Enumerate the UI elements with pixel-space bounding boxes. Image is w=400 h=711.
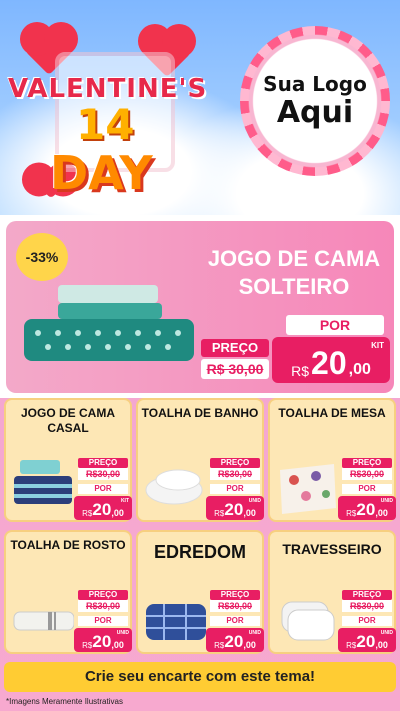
product-title: TOALHA DE MESA <box>278 406 386 420</box>
price-int: 20 <box>92 500 112 519</box>
por-label: POR <box>286 315 384 335</box>
product-price: UNID R$ 20,00 <box>206 628 264 652</box>
price-cents: ,00 <box>243 640 256 650</box>
flyer-page: VALENTINE'S 14 DAY Sua Logo Aqui -33% JO… <box>0 0 400 711</box>
preco-label: PREÇO <box>210 590 260 600</box>
logo-inner: Sua Logo Aqui <box>254 40 376 162</box>
preco-label: PREÇO <box>78 590 128 600</box>
product-card[interactable]: EDREDOM PREÇO R$30,00 POR UNID R$ 20,00 <box>136 530 264 654</box>
old-price: R$30,00 <box>210 600 260 612</box>
por-label: POR <box>78 484 128 494</box>
old-price-tag: PREÇO R$30,00 <box>78 590 128 612</box>
footnote: *Imagens Meramente Ilustrativas <box>6 697 123 706</box>
price-cents: ,00 <box>111 640 124 650</box>
bedsheet-image <box>14 460 72 504</box>
por-label: POR <box>210 616 260 626</box>
hero-banner: VALENTINE'S 14 DAY Sua Logo Aqui <box>0 0 400 215</box>
bedsheet-image <box>24 285 194 361</box>
preco-label: PREÇO <box>201 339 269 357</box>
price-int: 20 <box>356 632 376 651</box>
product-card[interactable]: TOALHA DE ROSTO PREÇO R$30,00 POR UNID R$ 2… <box>4 530 132 654</box>
preco-label: PREÇO <box>210 458 260 468</box>
old-price: R$30,00 <box>78 468 128 480</box>
featured-card[interactable]: -33% JOGO DE CAMA SOLTEIRO PREÇO R$ 30,0… <box>6 221 394 393</box>
towel-image <box>145 469 203 505</box>
por-label: POR <box>342 484 392 494</box>
price-cents: ,00 <box>375 508 388 518</box>
valentines-day: DAY <box>50 146 153 200</box>
face-towel-image <box>13 611 74 631</box>
product-title: TRAVESSEIRO <box>282 541 382 557</box>
price-int: 20 <box>356 500 376 519</box>
unit-label: UNID <box>380 630 393 636</box>
old-price: R$30,00 <box>342 468 392 480</box>
product-price: UNID R$ 20,00 <box>206 496 264 520</box>
product-title: EDREDOM <box>153 542 246 562</box>
pillow-image <box>281 601 335 641</box>
product-card[interactable]: TRAVESSEIRO PREÇO R$30,00 POR UNID R$ 20,00 <box>268 530 396 654</box>
por-label: POR <box>342 616 392 626</box>
logo-line1: Sua Logo <box>263 72 367 96</box>
product-price: KIT R$ 20,00 <box>74 496 132 520</box>
comforter-image <box>146 604 206 640</box>
old-price: R$30,00 <box>210 468 260 480</box>
old-price: R$30,00 <box>342 600 392 612</box>
por-label: POR <box>210 484 260 494</box>
product-price: UNID R$ 20,00 <box>338 496 396 520</box>
por-label: POR <box>78 616 128 626</box>
old-price-tag: PREÇO R$30,00 <box>78 458 128 480</box>
featured-title: JOGO DE CAMA SOLTEIRO <box>207 246 381 299</box>
old-price-tag: PREÇO R$30,00 <box>342 590 392 612</box>
preco-label: PREÇO <box>342 590 392 600</box>
currency: R$ <box>82 509 93 518</box>
old-price-tag: PREÇO R$30,00 <box>342 458 392 480</box>
logo-line2: Aqui <box>276 95 354 130</box>
currency: R$ <box>82 641 93 650</box>
unit-label: UNID <box>248 498 261 504</box>
old-price-tag: PREÇO R$30,00 <box>210 458 260 480</box>
product-card[interactable]: JOGO DE CAMA CASAL PREÇO R$30,00 POR KIT R… <box>4 398 132 522</box>
logo-placeholder[interactable]: Sua Logo Aqui <box>240 26 390 176</box>
currency: R$ <box>346 509 357 518</box>
product-card[interactable]: TOALHA DE MESA PREÇO R$30,00 POR UNID R$ 20… <box>268 398 396 522</box>
currency: R$ <box>346 641 357 650</box>
product-price: UNID R$ 20,00 <box>74 628 132 652</box>
product-grid: JOGO DE CAMA CASAL PREÇO R$30,00 POR KIT R… <box>4 398 396 660</box>
price-cents: ,00 <box>348 361 371 378</box>
old-price-tag: PREÇO R$ 30,00 <box>201 339 269 379</box>
cta-banner[interactable]: Crie seu encarte com este tema! <box>4 662 396 692</box>
unit-label: UNID <box>248 630 261 636</box>
price-int: 20 <box>224 632 244 651</box>
old-price-tag: PREÇO R$30,00 <box>210 590 260 612</box>
currency: R$ <box>214 509 225 518</box>
old-price: R$ 30,00 <box>201 359 269 379</box>
price-cents: ,00 <box>111 508 124 518</box>
price-int: 20 <box>311 345 347 381</box>
currency: R$ <box>214 641 225 650</box>
valentines-number: 14 <box>76 100 135 149</box>
currency: R$ <box>291 363 310 379</box>
product-price: UNID R$ 20,00 <box>338 628 396 652</box>
unit-label: KIT <box>371 341 384 350</box>
product-title: TOALHA DE ROSTO <box>10 538 126 552</box>
price-int: 20 <box>224 500 244 519</box>
discount-badge: -33% <box>16 233 68 281</box>
unit-label: UNID <box>380 498 393 504</box>
product-title: TOALHA DE BANHO <box>141 406 259 420</box>
product-card[interactable]: TOALHA DE BANHO PREÇO R$30,00 POR UNID R$ 2… <box>136 398 264 522</box>
old-price: R$30,00 <box>78 600 128 612</box>
unit-label: UNID <box>116 630 129 636</box>
price-cents: ,00 <box>243 508 256 518</box>
featured-section: -33% JOGO DE CAMA SOLTEIRO PREÇO R$ 30,0… <box>0 215 400 398</box>
price-cents: ,00 <box>375 640 388 650</box>
featured-price: KIT R$ 20 ,00 <box>272 337 390 383</box>
unit-label: KIT <box>120 498 129 504</box>
preco-label: PREÇO <box>342 458 392 468</box>
tablecloth-image <box>280 464 336 514</box>
product-title: JOGO DE CAMA CASAL <box>20 406 115 435</box>
price-int: 20 <box>92 632 112 651</box>
preco-label: PREÇO <box>78 458 128 468</box>
